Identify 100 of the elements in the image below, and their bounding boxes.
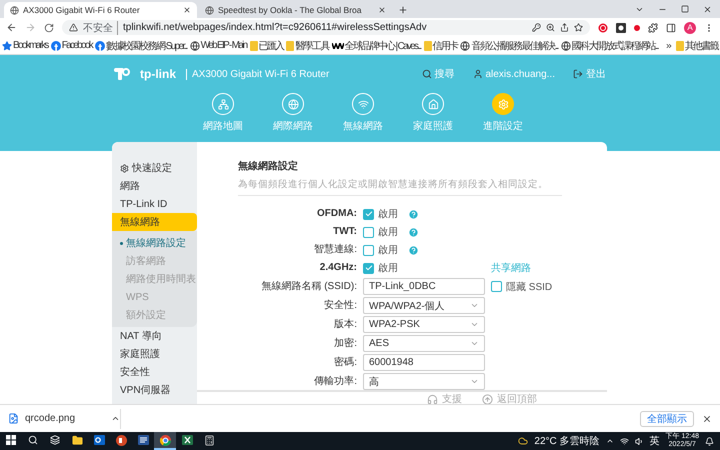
sidebar-item[interactable]: TP-Link ID [112,195,197,213]
bookmark-item[interactable]: Web EIP - Main [190,40,247,51]
weather-text: 22°C 多雲時陰 [534,434,600,448]
globe-icon [560,40,571,50]
folder-icon [424,40,432,50]
bookmark-item[interactable]: 音頻公播服務最佳解決... [460,38,558,52]
input-field[interactable]: 60001948 [363,354,485,371]
bookmark-item[interactable]: 醫學工具 [286,38,329,52]
checkbox[interactable] [491,281,502,292]
sidebar-item[interactable]: 快速設定 [112,159,197,177]
house-icon [428,98,438,110]
sidebar-item[interactable]: NAT 導向 [112,327,197,345]
setting-label: 2.4GHz: [318,261,357,275]
sidebar-item[interactable]: 網路 [112,177,197,195]
puzzle-icon[interactable] [648,22,658,32]
setting-label: OFDMA: [316,207,357,221]
globe-icon [190,40,200,50]
taskbar-button[interactable] [154,432,176,450]
record-icon[interactable] [598,22,608,32]
option-label: 隱藏 SSID [506,280,552,294]
bookmark-item[interactable]: 國科大開放式課程網站... [560,38,658,52]
checkbox[interactable] [363,226,374,238]
folder-icon [250,40,258,50]
warning-icon [69,23,78,32]
gear-icon [120,164,129,172]
gear-icon [498,98,508,110]
calculator-icon [204,434,214,446]
more-icon[interactable] [664,42,673,50]
language-indicator[interactable]: 英 [650,434,660,448]
bookmark-item[interactable]: Bookmarks [2,40,48,51]
sidebar-item[interactable]: 安全性 [112,363,197,381]
key-icon [532,23,541,32]
chevron-down-icon [470,301,479,310]
option-label: 啟用 [378,262,398,275]
globe-icon [288,98,298,110]
select-field[interactable]: WPA2-PSK [363,316,485,333]
close-icon[interactable] [702,414,712,424]
select-field[interactable]: 高 [363,373,485,390]
field-label: 無線網路名稱 (SSID): [260,280,357,294]
router-model: AX3000 Gigabit Wi-Fi 6 Router [186,68,330,80]
star-icon [2,40,12,50]
browser-tab[interactable]: Speedtest by Ookla - The Global Broa [199,2,392,18]
bookmark-item[interactable]: 全球品牌中心 | Caves... [332,38,421,52]
star-icon [574,23,583,32]
option-label: 啟用 [378,208,398,221]
bookmark-item[interactable]: 已匯入 [250,38,284,52]
back-icon[interactable] [6,22,17,33]
download-item[interactable]: qrcode.png [8,408,121,428]
field-label: 密碼: [333,356,357,370]
weather-icon [518,436,528,446]
mail-app-icon [94,435,104,445]
close-icon[interactable] [703,4,712,14]
spreadsheet-app-icon [182,435,192,445]
browser-tab[interactable]: AX3000 Gigabit Wi-Fi 6 Router [4,2,197,18]
dot-icon[interactable] [634,24,640,30]
sidebar-item[interactable]: 家庭照護 [112,345,197,363]
section-title: 無線網路設定 [238,159,299,173]
security-label: 不安全 [83,20,118,34]
option-label: 啟用 [378,226,398,239]
notification-icon[interactable] [705,436,714,446]
setting-label: 智慧連線: [313,242,357,257]
submenu-item[interactable]: 無線網路設定 [112,234,197,252]
address-bar[interactable]: 不安全 tplinkwifi.net/webpages/index.html?t=c9260611#wirelessSettingsAdv [62,20,590,35]
zoom-icon [546,23,555,32]
checkbox[interactable] [363,262,374,274]
chevron-down-icon [470,339,479,348]
task-view-icon [50,435,60,445]
select-field[interactable]: AES [363,335,485,352]
url-text: tplinkwifi.net/webpages/index.html?t=c9260611#wirelessSettingsAdv [123,22,428,33]
logout-icon [573,69,583,79]
user-icon [472,69,482,79]
reload-icon[interactable] [44,22,54,32]
side-panel-icon[interactable] [666,22,676,32]
wifi-icon [358,98,368,110]
new-tab-icon[interactable] [398,5,408,15]
checkbox[interactable] [363,208,374,220]
globe-icon [10,6,19,14]
brand-name: tp-link [140,67,176,81]
field-label: 加密: [333,336,357,350]
show-all-button[interactable]: 全部顯示 [640,410,694,426]
bookmark-item[interactable]: 信用卡 [424,38,458,52]
select-field[interactable]: WPA/WPA2-個人 [363,297,485,314]
input-field[interactable]: TP-Link_0DBC [363,278,485,295]
bookmark-item[interactable]: 其他書籤 [676,38,718,52]
section-description: 為每個頻段進行個人化設定或開啟智慧連接將所有頻段套入相同設定。 [238,178,562,196]
maximize-icon[interactable] [681,5,689,13]
checkbox[interactable] [363,244,374,256]
chevron-up-icon [606,437,614,445]
close-icon [183,6,191,14]
field-label: 傳輸功率: [313,374,357,388]
extension-icon[interactable] [616,22,626,32]
profile-avatar[interactable]: A [684,22,696,34]
sidebar-item[interactable]: 無線網路 [112,213,197,231]
bookmark-item[interactable]: Facebook [50,40,92,51]
chevron-down-icon [470,377,479,386]
setting-label: TWT: [332,225,357,239]
sidebar-item[interactable]: VPN伺服器 [112,381,197,399]
logo-icon [114,68,130,80]
chevron-down-icon [470,320,479,329]
bookmark-item[interactable]: 數據校園校務網-Super... [95,38,187,52]
